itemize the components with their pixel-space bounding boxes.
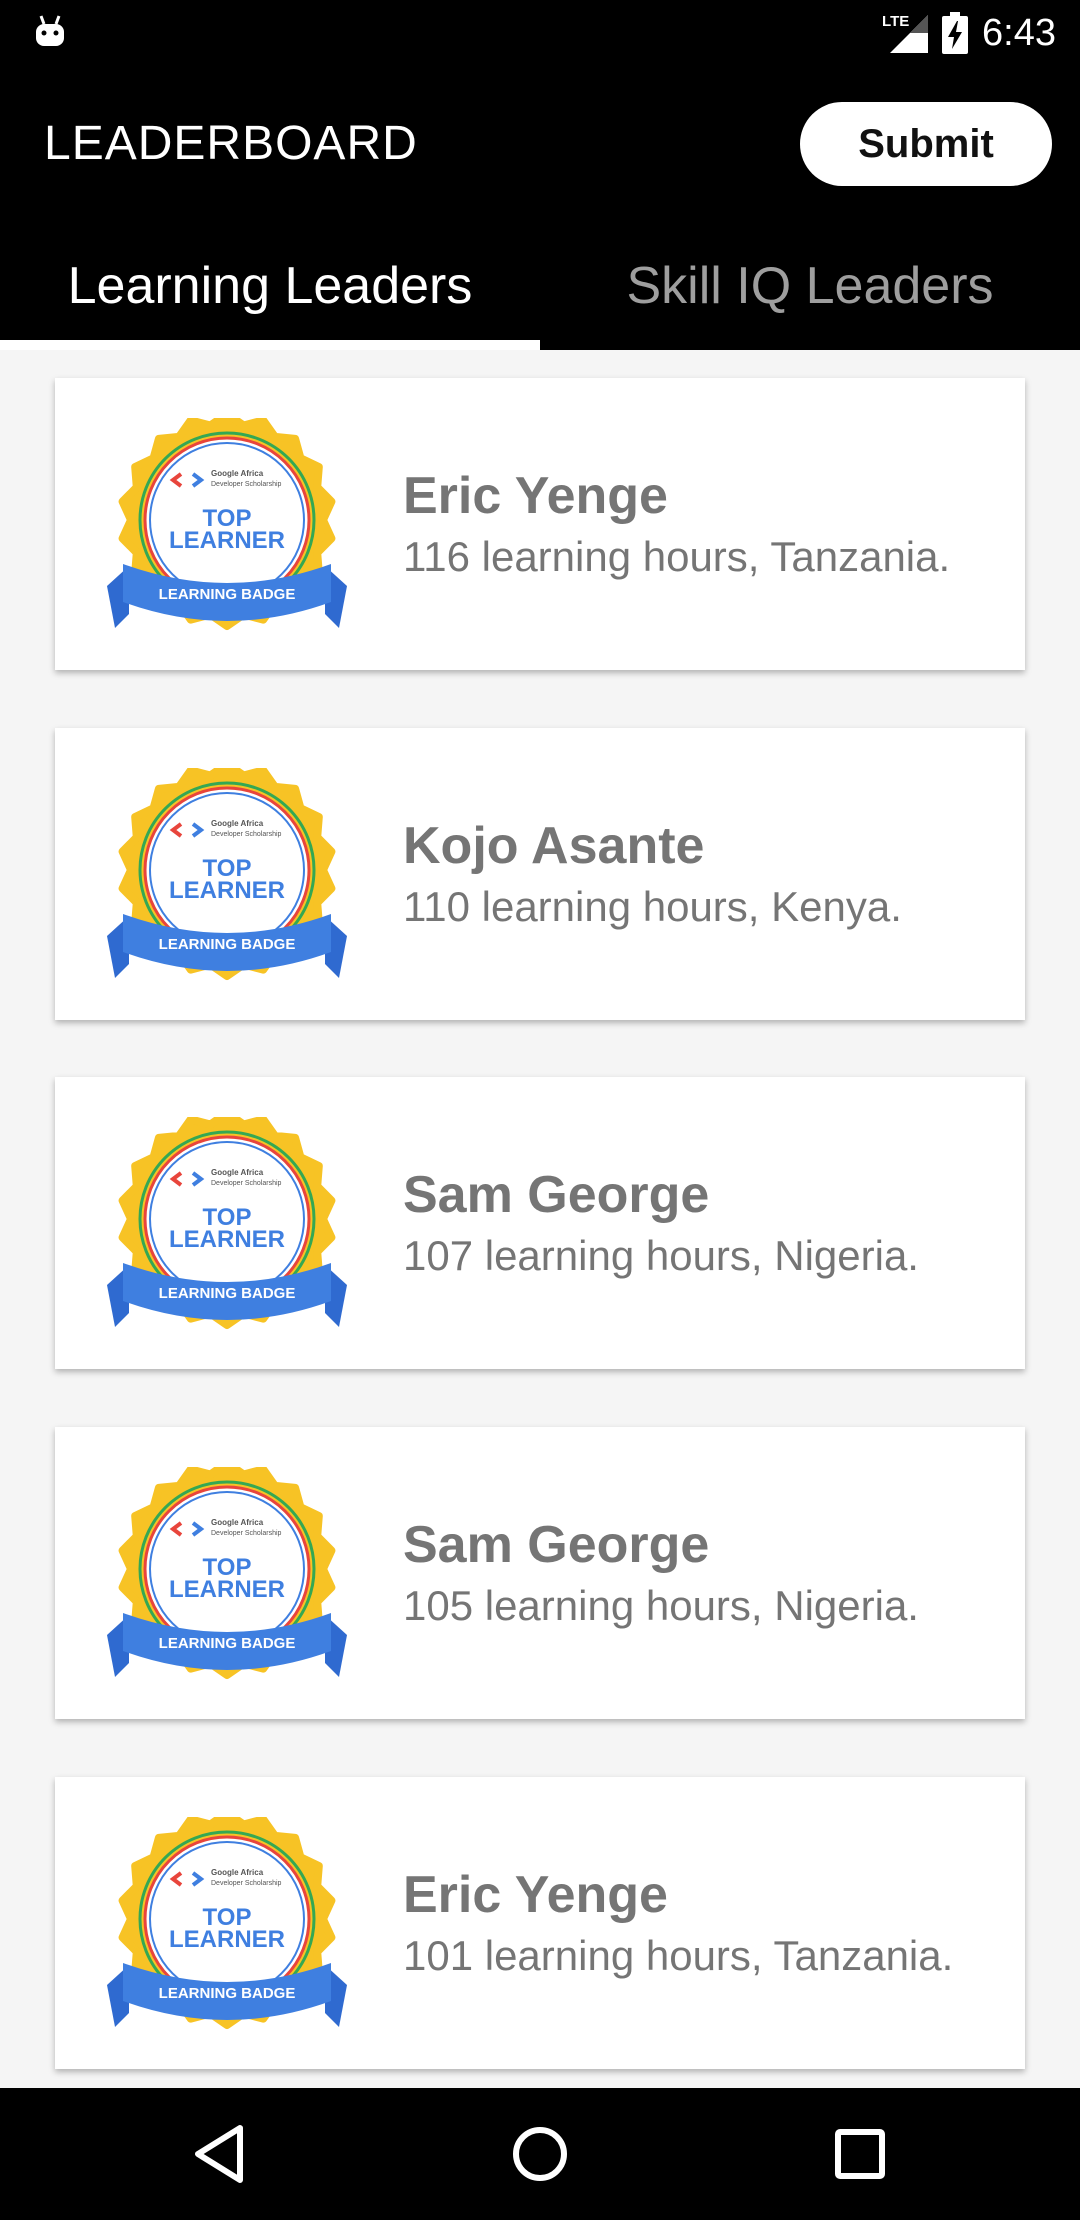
- svg-text:Developer Scholarship: Developer Scholarship: [211, 481, 282, 488]
- leader-info: Kojo Asante 110 learning hours, Kenya.: [403, 728, 985, 1020]
- leaderboard-screen: LTE 6:43 LEADERBOARD Submit Learning Lea…: [0, 0, 1080, 2220]
- home-circle-icon[interactable]: [504, 2118, 576, 2190]
- svg-text:Google Africa: Google Africa: [211, 1518, 264, 1527]
- leader-detail: 110 learning hours, Kenya.: [403, 883, 902, 930]
- svg-text:LEARNER: LEARNER: [169, 877, 285, 904]
- leader-name: Sam George: [403, 1166, 710, 1224]
- leader-card[interactable]: Google Africa Developer Scholarship TOP …: [55, 1427, 1025, 1719]
- status-icons: LTE 6:43: [882, 8, 1056, 58]
- leader-detail: 101 learning hours, Tanzania.: [403, 1932, 954, 1979]
- leader-card[interactable]: Google Africa Developer Scholarship TOP …: [55, 1777, 1025, 2069]
- signal-strength-icon: LTE: [882, 13, 929, 53]
- leader-info: Sam George 107 learning hours, Nigeria.: [403, 1077, 985, 1369]
- back-triangle-icon[interactable]: [184, 2118, 256, 2190]
- leader-list[interactable]: Google Africa Developer Scholarship TOP …: [0, 350, 1080, 2088]
- svg-text:LEARNING BADGE: LEARNING BADGE: [159, 586, 296, 603]
- leader-card[interactable]: Google Africa Developer Scholarship TOP …: [55, 728, 1025, 1020]
- svg-text:LEARNER: LEARNER: [169, 1226, 285, 1253]
- svg-text:Google Africa: Google Africa: [211, 1868, 264, 1877]
- svg-text:LEARNER: LEARNER: [169, 1926, 285, 1953]
- submit-button[interactable]: Submit: [800, 102, 1052, 186]
- tab-label: Learning Leaders: [67, 257, 473, 315]
- svg-text:Google Africa: Google Africa: [211, 469, 264, 478]
- status-bar: LTE 6:43: [0, 0, 1080, 66]
- top-learner-badge-icon: Google Africa Developer Scholarship TOP …: [107, 1817, 347, 2029]
- svg-text:LEARNING BADGE: LEARNING BADGE: [159, 1285, 296, 1302]
- tab-selected-indicator: [0, 340, 540, 350]
- leader-name: Sam George: [403, 1516, 710, 1574]
- battery-charging-icon: [942, 12, 969, 54]
- tab-skill-iq-leaders[interactable]: Skill IQ Leaders: [540, 222, 1080, 350]
- navigation-bar: [0, 2088, 1080, 2220]
- svg-text:LEARNER: LEARNER: [169, 1576, 285, 1603]
- leader-detail: 107 learning hours, Nigeria.: [403, 1232, 919, 1279]
- svg-text:LEARNING BADGE: LEARNING BADGE: [159, 936, 296, 953]
- network-type-label: LTE: [882, 13, 910, 30]
- top-learner-badge-icon: Google Africa Developer Scholarship TOP …: [107, 418, 347, 630]
- svg-text:Developer Scholarship: Developer Scholarship: [211, 831, 282, 838]
- leader-info: Eric Yenge 116 learning hours, Tanzania.: [403, 378, 985, 670]
- leader-card[interactable]: Google Africa Developer Scholarship TOP …: [55, 1077, 1025, 1369]
- svg-text:LEARNER: LEARNER: [169, 527, 285, 554]
- svg-text:LEARNING BADGE: LEARNING BADGE: [159, 1985, 296, 2002]
- page-title: LEADERBOARD: [44, 117, 418, 170]
- android-debug-icon: [36, 15, 64, 46]
- svg-text:Developer Scholarship: Developer Scholarship: [211, 1530, 282, 1537]
- leader-info: Eric Yenge 101 learning hours, Tanzania.: [403, 1777, 985, 2069]
- svg-text:Google Africa: Google Africa: [211, 819, 264, 828]
- top-learner-badge-icon: Google Africa Developer Scholarship TOP …: [107, 1117, 347, 1329]
- tab-learning-leaders[interactable]: Learning Leaders: [0, 222, 540, 350]
- leader-detail: 105 learning hours, Nigeria.: [403, 1582, 919, 1629]
- recents-square-icon[interactable]: [824, 2118, 896, 2190]
- top-learner-badge-icon: Google Africa Developer Scholarship TOP …: [107, 768, 347, 980]
- tab-bar: Learning Leaders Skill IQ Leaders: [0, 222, 1080, 350]
- svg-text:Google Africa: Google Africa: [211, 1168, 264, 1177]
- svg-text:LEARNING BADGE: LEARNING BADGE: [159, 1635, 296, 1652]
- svg-text:Developer Scholarship: Developer Scholarship: [211, 1180, 282, 1187]
- leader-name: Eric Yenge: [403, 467, 668, 525]
- leader-detail: 116 learning hours, Tanzania.: [403, 533, 951, 580]
- leader-info: Sam George 105 learning hours, Nigeria.: [403, 1427, 985, 1719]
- top-learner-badge-icon: Google Africa Developer Scholarship TOP …: [107, 1467, 347, 1679]
- leader-card[interactable]: Google Africa Developer Scholarship TOP …: [55, 378, 1025, 670]
- leader-name: Kojo Asante: [403, 817, 705, 875]
- leader-name: Eric Yenge: [403, 1866, 668, 1924]
- svg-text:Developer Scholarship: Developer Scholarship: [211, 1880, 282, 1887]
- tab-label: Skill IQ Leaders: [626, 257, 994, 315]
- status-time: 6:43: [982, 11, 1056, 54]
